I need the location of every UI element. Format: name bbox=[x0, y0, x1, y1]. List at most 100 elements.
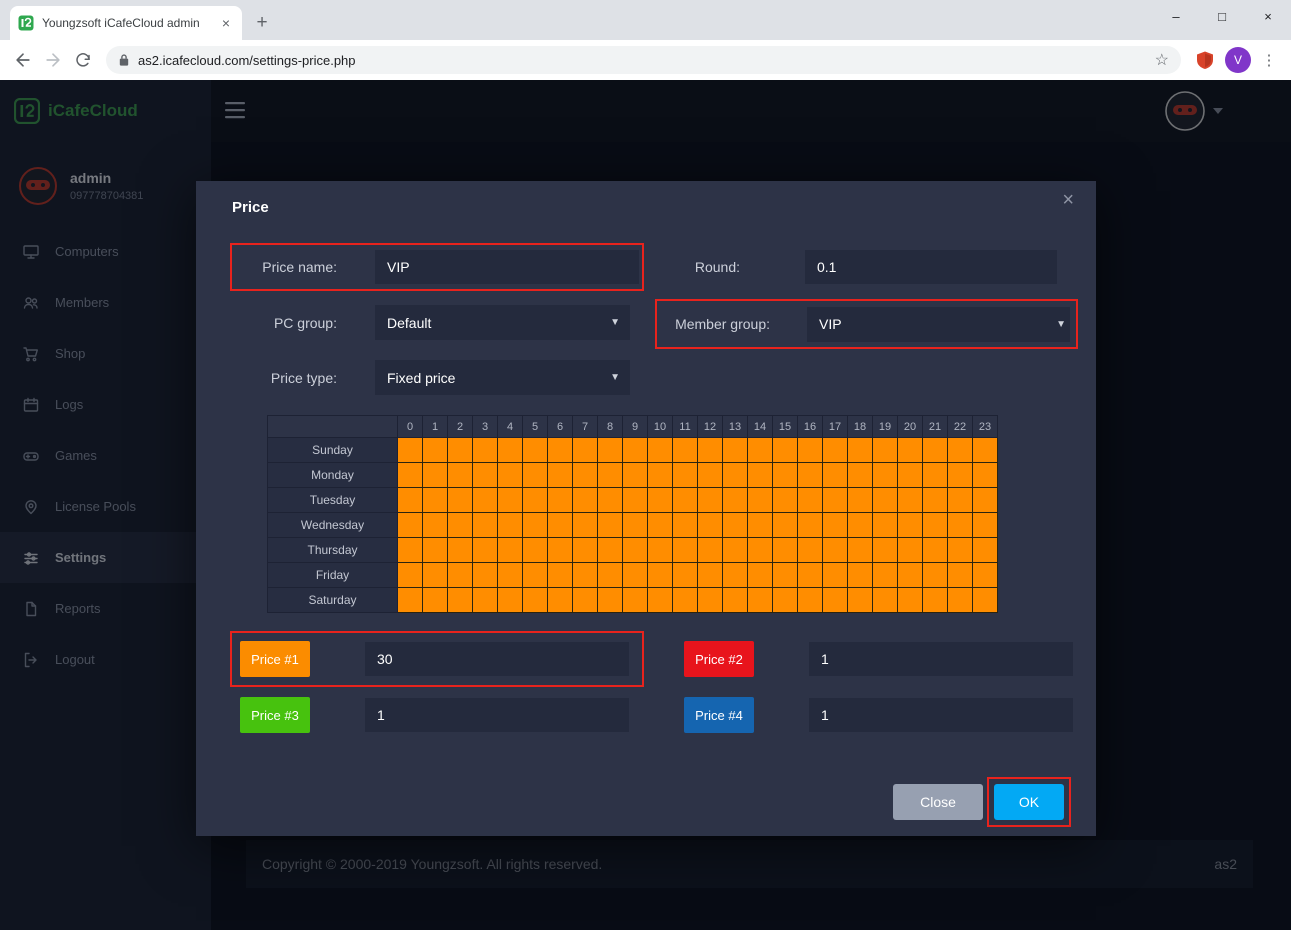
schedule-cell[interactable] bbox=[823, 488, 848, 513]
schedule-cell[interactable] bbox=[623, 463, 648, 488]
schedule-cell[interactable] bbox=[898, 463, 923, 488]
schedule-cell[interactable] bbox=[873, 588, 898, 613]
schedule-cell[interactable] bbox=[948, 538, 973, 563]
schedule-cell[interactable] bbox=[398, 588, 423, 613]
schedule-cell[interactable] bbox=[398, 463, 423, 488]
schedule-cell[interactable] bbox=[573, 588, 598, 613]
schedule-cell[interactable] bbox=[448, 538, 473, 563]
schedule-cell[interactable] bbox=[848, 438, 873, 463]
schedule-cell[interactable] bbox=[973, 538, 998, 563]
schedule-cell[interactable] bbox=[673, 463, 698, 488]
schedule-cell[interactable] bbox=[798, 463, 823, 488]
schedule-cell[interactable] bbox=[548, 563, 573, 588]
schedule-cell[interactable] bbox=[523, 438, 548, 463]
schedule-cell[interactable] bbox=[623, 563, 648, 588]
forward-button[interactable] bbox=[38, 45, 68, 75]
schedule-cell[interactable] bbox=[898, 588, 923, 613]
round-input[interactable] bbox=[805, 250, 1057, 284]
schedule-cell[interactable] bbox=[523, 463, 548, 488]
browser-tab[interactable]: Youngzsoft iCafeCloud admin × bbox=[10, 6, 242, 40]
window-close-button[interactable]: × bbox=[1245, 0, 1291, 32]
schedule-cell[interactable] bbox=[523, 488, 548, 513]
tab-close-icon[interactable]: × bbox=[218, 15, 234, 31]
schedule-cell[interactable] bbox=[673, 513, 698, 538]
schedule-cell[interactable] bbox=[498, 563, 523, 588]
ublock-shield-icon[interactable] bbox=[1195, 50, 1215, 70]
schedule-cell[interactable] bbox=[798, 588, 823, 613]
schedule-cell[interactable] bbox=[398, 538, 423, 563]
schedule-cell[interactable] bbox=[623, 438, 648, 463]
schedule-cell[interactable] bbox=[798, 538, 823, 563]
schedule-cell[interactable] bbox=[448, 463, 473, 488]
schedule-cell[interactable] bbox=[598, 463, 623, 488]
schedule-cell[interactable] bbox=[623, 538, 648, 563]
browser-profile-avatar[interactable]: V bbox=[1225, 47, 1251, 73]
schedule-cell[interactable] bbox=[948, 488, 973, 513]
browser-menu-icon[interactable]: ⋮ bbox=[1261, 51, 1277, 69]
schedule-cell[interactable] bbox=[698, 463, 723, 488]
schedule-cell[interactable] bbox=[573, 538, 598, 563]
schedule-cell[interactable] bbox=[773, 488, 798, 513]
schedule-cell[interactable] bbox=[623, 488, 648, 513]
schedule-cell[interactable] bbox=[723, 438, 748, 463]
schedule-cell[interactable] bbox=[973, 488, 998, 513]
schedule-cell[interactable] bbox=[673, 488, 698, 513]
schedule-cell[interactable] bbox=[948, 588, 973, 613]
schedule-cell[interactable] bbox=[498, 488, 523, 513]
schedule-cell[interactable] bbox=[723, 463, 748, 488]
dialog-close-icon[interactable]: × bbox=[1062, 189, 1074, 212]
schedule-cell[interactable] bbox=[973, 463, 998, 488]
schedule-cell[interactable] bbox=[448, 563, 473, 588]
schedule-cell[interactable] bbox=[548, 463, 573, 488]
schedule-cell[interactable] bbox=[873, 488, 898, 513]
schedule-cell[interactable] bbox=[698, 563, 723, 588]
schedule-cell[interactable] bbox=[948, 563, 973, 588]
schedule-cell[interactable] bbox=[773, 513, 798, 538]
schedule-cell[interactable] bbox=[573, 563, 598, 588]
schedule-cell[interactable] bbox=[923, 588, 948, 613]
schedule-cell[interactable] bbox=[498, 538, 523, 563]
schedule-cell[interactable] bbox=[748, 438, 773, 463]
schedule-cell[interactable] bbox=[848, 513, 873, 538]
maximize-button[interactable]: □ bbox=[1199, 0, 1245, 32]
schedule-cell[interactable] bbox=[798, 488, 823, 513]
schedule-cell[interactable] bbox=[523, 588, 548, 613]
schedule-cell[interactable] bbox=[498, 513, 523, 538]
bookmark-star-icon[interactable]: ☆ bbox=[1155, 50, 1169, 70]
schedule-cell[interactable] bbox=[823, 463, 848, 488]
schedule-cell[interactable] bbox=[848, 488, 873, 513]
schedule-cell[interactable] bbox=[723, 588, 748, 613]
new-tab-button[interactable]: + bbox=[248, 9, 276, 37]
schedule-cell[interactable] bbox=[473, 438, 498, 463]
schedule-cell[interactable] bbox=[573, 438, 598, 463]
schedule-cell[interactable] bbox=[648, 538, 673, 563]
price-2-button[interactable]: Price #2 bbox=[684, 641, 754, 677]
schedule-cell[interactable] bbox=[573, 463, 598, 488]
schedule-cell[interactable] bbox=[598, 488, 623, 513]
schedule-cell[interactable] bbox=[573, 488, 598, 513]
schedule-cell[interactable] bbox=[923, 538, 948, 563]
schedule-cell[interactable] bbox=[598, 588, 623, 613]
schedule-cell[interactable] bbox=[848, 588, 873, 613]
schedule-cell[interactable] bbox=[548, 488, 573, 513]
schedule-cell[interactable] bbox=[898, 563, 923, 588]
schedule-cell[interactable] bbox=[923, 463, 948, 488]
schedule-cell[interactable] bbox=[973, 563, 998, 588]
schedule-cell[interactable] bbox=[823, 513, 848, 538]
schedule-cell[interactable] bbox=[823, 563, 848, 588]
schedule-cell[interactable] bbox=[423, 513, 448, 538]
schedule-cell[interactable] bbox=[898, 538, 923, 563]
schedule-cell[interactable] bbox=[898, 488, 923, 513]
schedule-cell[interactable] bbox=[498, 588, 523, 613]
schedule-cell[interactable] bbox=[773, 538, 798, 563]
schedule-cell[interactable] bbox=[673, 563, 698, 588]
schedule-cell[interactable] bbox=[898, 438, 923, 463]
schedule-cell[interactable] bbox=[848, 538, 873, 563]
pc-group-select[interactable]: Default ▼ bbox=[375, 305, 630, 340]
price-1-button[interactable]: Price #1 bbox=[240, 641, 310, 677]
schedule-cell[interactable] bbox=[598, 538, 623, 563]
schedule-cell[interactable] bbox=[473, 588, 498, 613]
schedule-cell[interactable] bbox=[673, 438, 698, 463]
schedule-cell[interactable] bbox=[473, 463, 498, 488]
schedule-cell[interactable] bbox=[723, 538, 748, 563]
